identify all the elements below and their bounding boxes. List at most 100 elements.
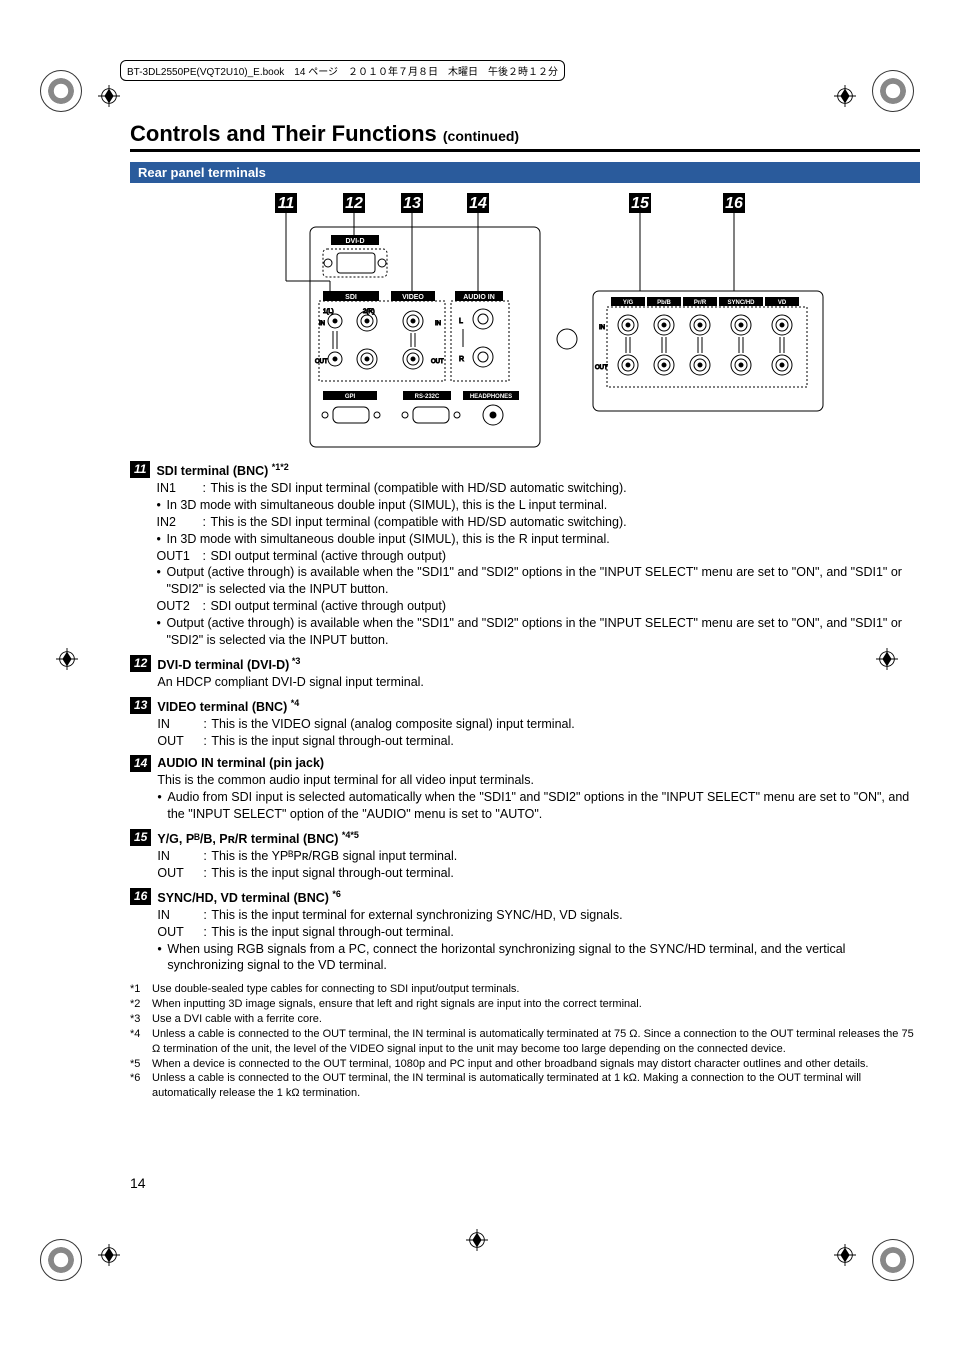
svg-text:Pb/B: Pb/B xyxy=(657,300,671,306)
item-row: OUT:This is the input signal through-out… xyxy=(157,733,920,750)
item-body: Y/G, Pᴮ/B, Pʀ/R terminal (BNC) *4*5IN:Th… xyxy=(157,829,920,882)
bullet-text: Output (active through) is available whe… xyxy=(166,615,920,649)
svg-text:15: 15 xyxy=(631,195,650,212)
item-body: VIDEO terminal (BNC) *4IN:This is the VI… xyxy=(157,697,920,750)
row-label: IN2 xyxy=(156,514,202,531)
row-label: IN1 xyxy=(156,480,202,497)
row-text: This is the input signal through-out ter… xyxy=(211,924,920,941)
svg-text:2(R): 2(R) xyxy=(363,309,375,315)
page-title-sub: (continued) xyxy=(443,128,519,144)
footnote: *4Unless a cable is connected to the OUT… xyxy=(130,1027,920,1057)
footnote: *3Use a DVI cable with a ferrite core. xyxy=(130,1012,920,1027)
item-bullet: •In 3D mode with simultaneous double inp… xyxy=(156,531,920,548)
svg-text:13: 13 xyxy=(403,195,421,212)
registration-target-icon xyxy=(876,648,898,670)
item-bullet: •Output (active through) is available wh… xyxy=(156,564,920,598)
row-label: IN xyxy=(157,907,203,924)
item-body: SYNC/HD, VD terminal (BNC) *6IN:This is … xyxy=(157,888,920,975)
item-number: 13 xyxy=(130,697,151,714)
item-title: SYNC/HD, VD terminal (BNC) *6 xyxy=(157,888,920,907)
item-body: DVI-D terminal (DVI-D) *3An HDCP complia… xyxy=(157,655,920,691)
item-title: AUDIO IN terminal (pin jack) xyxy=(157,755,920,772)
item-bullet: •When using RGB signals from a PC, conne… xyxy=(157,941,920,975)
registration-target-icon xyxy=(98,85,120,107)
footnote: *1Use double-sealed type cables for conn… xyxy=(130,982,920,997)
item-row: IN:This is the YPᴮPʀ/RGB signal input te… xyxy=(157,848,920,865)
item-row: OUT:This is the input signal through-out… xyxy=(157,865,920,882)
terminal-item: 11 SDI terminal (BNC) *1*2IN1:This is the… xyxy=(130,461,920,649)
item-title: SDI terminal (BNC) *1*2 xyxy=(156,461,920,480)
item-bullet: •Output (active through) is available wh… xyxy=(156,615,920,649)
bullet-text: When using RGB signals from a PC, connec… xyxy=(167,941,920,975)
item-number: 11 xyxy=(130,461,150,478)
item-text: This is the common audio input terminal … xyxy=(157,772,920,789)
item-body: SDI terminal (BNC) *1*2IN1:This is the S… xyxy=(156,461,920,649)
footnote: *5When a device is connected to the OUT … xyxy=(130,1057,920,1072)
footnote-marker: *3 xyxy=(130,1012,152,1027)
svg-text:SDI: SDI xyxy=(345,294,357,301)
title-rule xyxy=(130,149,920,152)
bullet-text: Audio from SDI input is selected automat… xyxy=(167,789,920,823)
footnote-text: Unless a cable is connected to the OUT t… xyxy=(152,1071,920,1101)
row-text: This is the VIDEO signal (analog composi… xyxy=(211,716,920,733)
page-title-main: Controls and Their Functions xyxy=(130,121,443,146)
terminal-item: 13 VIDEO terminal (BNC) *4IN:This is the … xyxy=(130,697,920,750)
svg-text:IN: IN xyxy=(435,321,441,327)
bullet-text: Output (active through) is available whe… xyxy=(166,564,920,598)
svg-text:HEADPHONES: HEADPHONES xyxy=(470,394,512,400)
footnote-text: When a device is connected to the OUT te… xyxy=(152,1057,920,1072)
svg-text:RS-232C: RS-232C xyxy=(415,394,440,400)
item-number: 15 xyxy=(130,829,151,846)
row-label: IN xyxy=(157,848,203,865)
terminal-items-list: 11 SDI terminal (BNC) *1*2IN1:This is the… xyxy=(130,461,920,974)
svg-text:16: 16 xyxy=(725,195,743,212)
row-text: This is the input signal through-out ter… xyxy=(211,865,920,882)
svg-text:OUT: OUT xyxy=(595,365,608,371)
svg-text:DVI-D: DVI-D xyxy=(345,238,364,245)
svg-text:12: 12 xyxy=(345,195,363,212)
svg-text:GPI: GPI xyxy=(345,394,356,400)
item-body: AUDIO IN terminal (pin jack)This is the … xyxy=(157,755,920,823)
row-text: This is the YPᴮPʀ/RGB signal input termi… xyxy=(211,848,920,865)
svg-text:IN: IN xyxy=(599,325,605,331)
svg-text:11: 11 xyxy=(278,195,295,212)
row-label: IN xyxy=(157,716,203,733)
svg-text:SYNC/HD: SYNC/HD xyxy=(727,300,755,306)
footnote-marker: *2 xyxy=(130,997,152,1012)
content-area: Controls and Their Functions (continued)… xyxy=(130,121,920,1101)
print-header-strip: BT-3DL2550PE(VQT2U10)_E.book 14 ページ ２０１０… xyxy=(120,60,565,81)
footnotes: *1Use double-sealed type cables for conn… xyxy=(130,982,920,1101)
section-banner: Rear panel terminals xyxy=(130,162,920,183)
footnote-marker: *4 xyxy=(130,1027,152,1057)
terminal-item: 12DVI-D terminal (DVI-D) *3An HDCP compl… xyxy=(130,655,920,691)
terminal-item: 14AUDIO IN terminal (pin jack)This is th… xyxy=(130,755,920,823)
page-number: 14 xyxy=(130,1175,146,1191)
item-row: OUT2:SDI output terminal (active through… xyxy=(156,598,920,615)
row-text: This is the input terminal for external … xyxy=(211,907,920,924)
terminal-item: 16SYNC/HD, VD terminal (BNC) *6IN:This i… xyxy=(130,888,920,975)
footnote-marker: *6 xyxy=(130,1071,152,1101)
item-row: OUT1:SDI output terminal (active through… xyxy=(156,548,920,565)
item-row: IN:This is the input terminal for extern… xyxy=(157,907,920,924)
item-row: IN1:This is the SDI input terminal (comp… xyxy=(156,480,920,497)
crop-mark-icon xyxy=(40,1239,82,1281)
crop-mark-icon xyxy=(40,70,82,112)
svg-text:R: R xyxy=(459,356,464,363)
registration-target-icon xyxy=(466,1229,488,1251)
item-bullet: •In 3D mode with simultaneous double inp… xyxy=(156,497,920,514)
item-bullet: •Audio from SDI input is selected automa… xyxy=(157,789,920,823)
row-label: OUT2 xyxy=(156,598,202,615)
svg-text:AUDIO IN: AUDIO IN xyxy=(463,294,495,301)
footnote-text: Use double-sealed type cables for connec… xyxy=(152,982,920,997)
row-label: OUT xyxy=(157,733,203,750)
row-text: This is the SDI input terminal (compatib… xyxy=(210,480,920,497)
item-title: VIDEO terminal (BNC) *4 xyxy=(157,697,920,716)
footnote-marker: *1 xyxy=(130,982,152,997)
item-row: OUT:This is the input signal through-out… xyxy=(157,924,920,941)
row-text: SDI output terminal (active through outp… xyxy=(210,598,920,615)
footnote: *2When inputting 3D image signals, ensur… xyxy=(130,997,920,1012)
svg-text:Pr/R: Pr/R xyxy=(694,300,707,306)
registration-target-icon xyxy=(98,1244,120,1266)
row-text: SDI output terminal (active through outp… xyxy=(210,548,920,565)
footnote-text: Use a DVI cable with a ferrite core. xyxy=(152,1012,920,1027)
